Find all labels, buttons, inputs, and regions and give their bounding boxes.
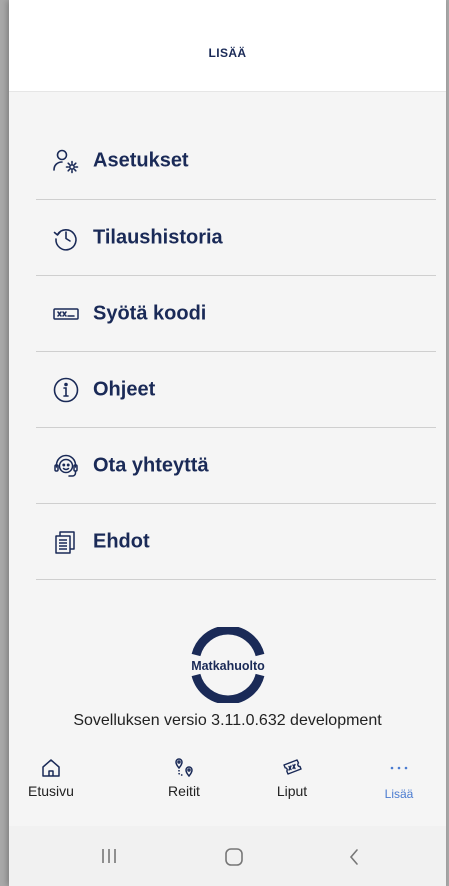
documents-icon — [52, 528, 80, 556]
info-icon — [52, 376, 80, 404]
matkahuolto-logo: Matkahuolto — [9, 627, 446, 703]
app-version: Sovelluksen versio 3.11.0.632 developmen… — [73, 712, 382, 729]
menu-item-order-history[interactable]: Tilaushistoria — [36, 200, 436, 276]
app-screen: LISÄÄ Asetukset Tilaushistoria Syötä koo… — [9, 0, 446, 886]
menu-item-label: Ota yhteyttä — [93, 454, 209, 476]
tab-home[interactable]: Etusivu — [11, 748, 91, 824]
more-menu: Asetukset Tilaushistoria Syötä koodi Ohj… — [36, 122, 436, 580]
menu-item-settings[interactable]: Asetukset — [36, 122, 436, 200]
menu-item-terms[interactable]: Ehdot — [36, 504, 436, 580]
header: LISÄÄ — [9, 0, 446, 92]
home-nav-icon — [225, 848, 243, 866]
menu-item-label: Ohjeet — [93, 378, 156, 400]
user-settings-icon — [52, 147, 80, 175]
history-icon — [52, 224, 80, 252]
tab-label: Lisää — [384, 787, 414, 801]
code-input-icon — [52, 300, 80, 328]
bottom-tab-bar: Etusivu Reitit Liput Lisää — [9, 748, 446, 824]
headset-icon — [52, 452, 80, 480]
menu-item-label: Tilaushistoria — [93, 226, 223, 248]
back-icon — [349, 849, 358, 865]
tab-label: Liput — [276, 783, 308, 799]
logo-text: Matkahuolto — [191, 659, 265, 673]
tab-label: Reitit — [168, 783, 200, 799]
back-button[interactable] — [324, 826, 384, 886]
menu-item-label: Syötä koodi — [93, 302, 207, 324]
menu-item-contact[interactable]: Ota yhteyttä — [36, 428, 436, 504]
system-navigation-bar — [9, 826, 446, 886]
tab-more[interactable]: Lisää — [359, 748, 439, 824]
home-button[interactable] — [204, 826, 264, 886]
home-icon — [39, 756, 63, 780]
tab-routes[interactable]: Reitit — [144, 748, 224, 824]
route-icon — [172, 756, 196, 780]
recent-apps-icon — [102, 849, 116, 863]
menu-item-label: Ehdot — [93, 530, 150, 552]
menu-item-enter-code[interactable]: Syötä koodi — [36, 276, 436, 352]
recent-apps-button[interactable] — [79, 826, 139, 886]
menu-item-instructions[interactable]: Ohjeet — [36, 352, 436, 428]
menu-item-label: Asetukset — [93, 149, 189, 171]
tab-tickets[interactable]: Liput — [252, 748, 332, 824]
ticket-icon — [280, 756, 304, 780]
tab-label: Etusivu — [28, 783, 74, 799]
more-icon — [387, 756, 411, 780]
page-title: LISÄÄ — [208, 46, 247, 60]
